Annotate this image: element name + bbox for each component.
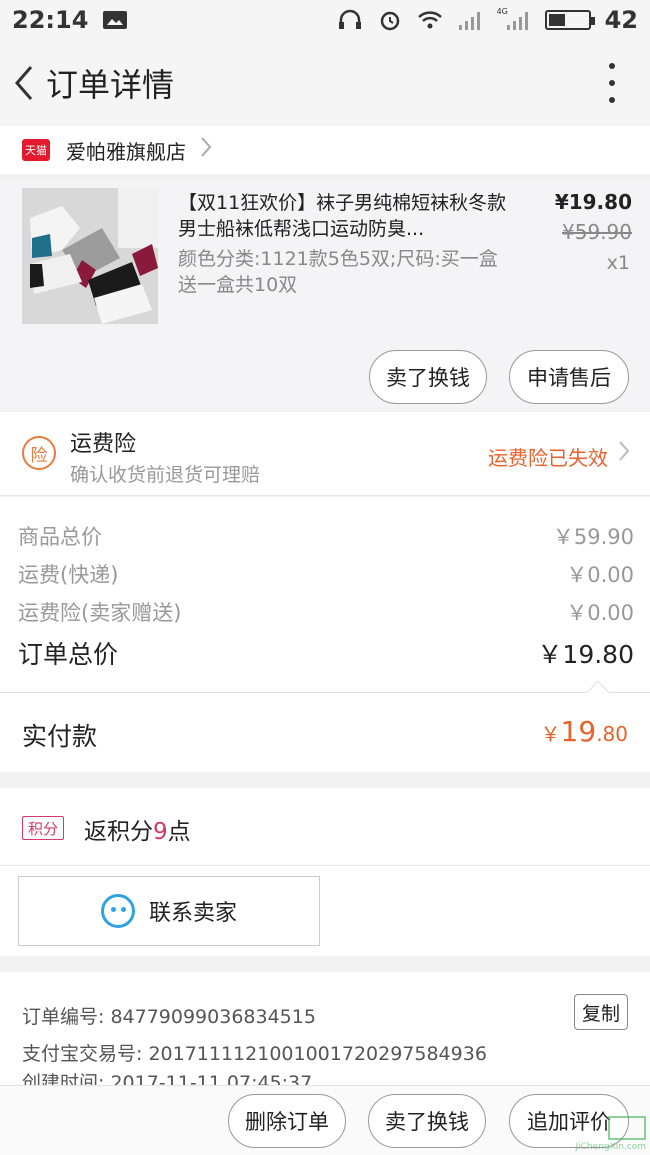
insurance-title: 运费险	[70, 432, 137, 457]
product-price: ¥19.80	[554, 190, 632, 214]
watermark-logo-icon	[608, 1116, 646, 1140]
summary-value: ￥19.80	[537, 640, 634, 669]
network-type: 4G	[496, 7, 508, 16]
status-bar: 22:14 4G 42	[0, 0, 650, 40]
paid-label: 实付款	[22, 722, 98, 751]
signal-4g-icon: 4G	[496, 7, 531, 31]
summary-value: ￥0.00	[566, 601, 634, 625]
paid-amount: ￥19.80	[540, 715, 628, 748]
summary-row-insurance: 运费险(卖家赠送) ￥0.00	[18, 597, 634, 627]
battery-percent: 42	[604, 6, 638, 34]
product-sku: 颜色分类:1121款5色5双;尺码:买一盒送一盒共10双	[178, 248, 498, 296]
chevron-right-icon	[618, 440, 630, 468]
chevron-left-icon[interactable]	[4, 40, 44, 126]
contact-seller-button[interactable]: 联系卖家	[18, 876, 320, 946]
battery-fill	[548, 14, 565, 26]
tmall-badge: 天猫	[22, 139, 50, 161]
summary-row-order-total: 订单总价 ￥19.80	[18, 635, 634, 671]
status-time: 22:14	[12, 6, 89, 34]
resell-bottom-button[interactable]: 卖了换钱	[368, 1094, 486, 1148]
shop-row[interactable]: 天猫 爱帕雅旗舰店	[0, 126, 650, 174]
product-original-price: ¥59.90	[562, 220, 632, 244]
points-badge: 积分	[22, 816, 65, 840]
insurance-status[interactable]: 运费险已失效	[488, 442, 608, 471]
order-number: 订单编号: 84779099036834515	[22, 1006, 316, 1028]
headset-icon	[337, 9, 363, 31]
resell-button[interactable]: 卖了换钱	[369, 350, 487, 404]
insurance-icon: 险	[22, 436, 56, 470]
points-row: 积分 返积分9点	[0, 788, 650, 866]
summary-value: ￥59.90	[552, 525, 634, 549]
more-vertical-icon[interactable]	[602, 63, 622, 103]
product-card[interactable]: 【双11狂欢价】袜子男纯棉短袜秋冬款男士船袜低帮浅口运动防臭... 颜色分类:1…	[0, 180, 650, 410]
points-text: 返积分9点	[84, 819, 191, 845]
summary-value: ￥0.00	[566, 563, 634, 587]
alarm-clock-icon	[377, 9, 403, 31]
after-sale-button[interactable]: 申请售后	[509, 350, 629, 404]
summary-label: 商品总价	[18, 525, 102, 549]
alipay-trade-number: 支付宝交易号: 2017111121001001720297584936	[22, 1043, 487, 1065]
summary-row-shipping: 运费(快递) ￥0.00	[18, 559, 634, 589]
page-title: 订单详情	[46, 66, 175, 104]
product-title[interactable]: 【双11狂欢价】袜子男纯棉短袜秋冬款男士船袜低帮浅口运动防臭...	[178, 190, 508, 242]
contact-seller-label: 联系卖家	[148, 900, 237, 925]
signal-icon	[457, 9, 483, 31]
shipping-insurance-row[interactable]: 险 运费险 确认收货前退货可理赔 运费险已失效	[0, 412, 650, 496]
summary-label: 运费(快递)	[18, 563, 119, 587]
insurance-subtitle: 确认收货前退货可理赔	[70, 464, 261, 486]
delete-order-button[interactable]: 删除订单	[228, 1094, 346, 1148]
chevron-right-icon	[200, 136, 212, 164]
chat-icon	[100, 894, 135, 928]
nav-bar: 订单详情	[0, 40, 650, 126]
status-icons: 4G 42	[337, 6, 638, 34]
summary-label: 订单总价	[18, 640, 119, 669]
watermark-text: JiChengXin.com	[575, 1142, 646, 1152]
wifi-icon	[417, 9, 443, 31]
contact-section: 联系卖家	[0, 866, 650, 956]
battery-icon	[544, 10, 595, 30]
actual-paid-row: 实付款 ￥19.80	[0, 680, 650, 772]
summary-row-goods: 商品总价 ￥59.90	[18, 521, 634, 551]
product-image[interactable]	[22, 188, 158, 324]
shop-name[interactable]: 爱帕雅旗舰店	[66, 136, 186, 165]
price-summary: 商品总价 ￥59.90 运费(快递) ￥0.00 运费险(卖家赠送) ￥0.00…	[0, 497, 650, 692]
product-quantity: x1	[606, 252, 630, 274]
image-notification-icon	[102, 9, 128, 31]
site-watermark: JiChengXin.com	[528, 1106, 646, 1152]
summary-label: 运费险(卖家赠送)	[18, 601, 182, 625]
copy-button[interactable]: 复制	[574, 994, 628, 1030]
